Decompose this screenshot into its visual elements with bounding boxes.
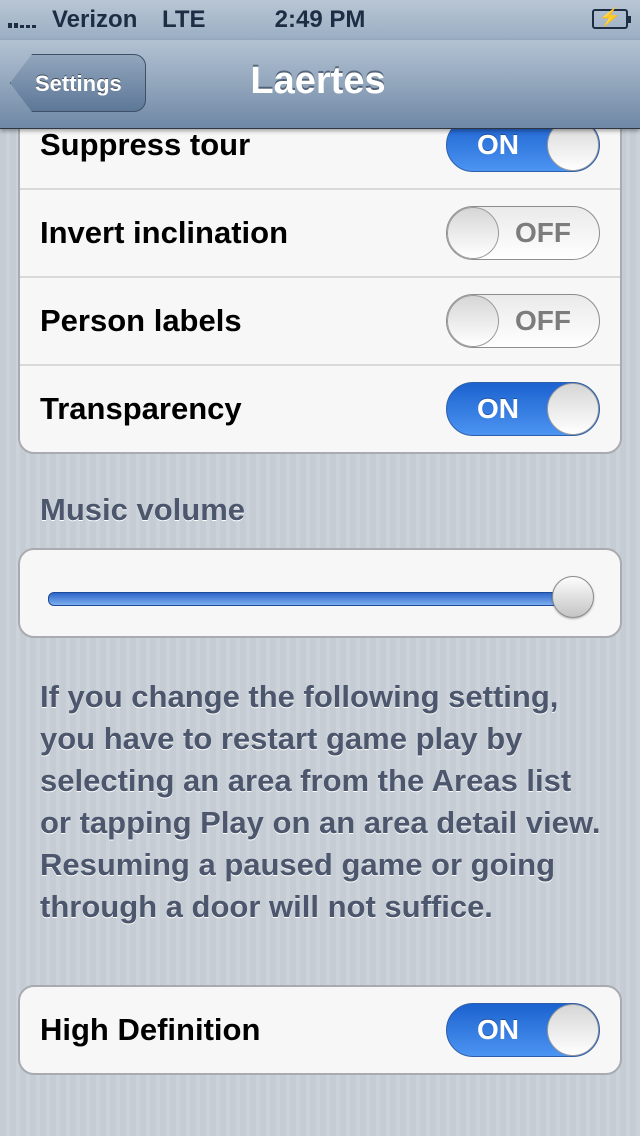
setting-label: Transparency [40,391,242,426]
setting-row-transparency: Transparency ON [20,366,620,452]
toggle-knob [547,383,599,435]
setting-row-person-labels: Person labels OFF [20,278,620,366]
battery-charging-icon: ⚡ [592,7,631,29]
toggle-knob [447,295,499,347]
toggle-knob [547,1004,599,1056]
toggle-knob [447,207,499,259]
setting-label: Person labels [40,303,242,338]
status-bar: Verizon LTE 2:49 PM ⚡ [0,0,640,40]
music-volume-group [18,548,622,638]
high-definition-toggle[interactable]: ON [446,1003,600,1057]
setting-row-invert-inclination: Invert inclination OFF [20,190,620,278]
setting-label: Invert inclination [40,215,289,250]
status-time: 2:49 PM [274,6,366,33]
person-labels-toggle[interactable]: OFF [446,294,600,348]
volume-slider-track[interactable] [48,592,568,606]
transparency-toggle[interactable]: ON [446,382,600,436]
navigation-bar: Settings Laertes [0,40,640,129]
setting-row-high-definition: High Definition ON [20,987,620,1073]
setting-label: High Definition [40,1012,261,1047]
restart-note: If you change the following setting, you… [40,679,601,924]
page-title: Laertes [250,60,386,102]
music-volume-header: Music volume [40,492,245,527]
hd-group: High Definition ON [18,985,622,1075]
toggles-group: Suppress tour ON Invert inclination OFF … [18,100,622,454]
volume-slider-thumb[interactable] [552,576,594,618]
invert-inclination-toggle[interactable]: OFF [446,206,600,260]
